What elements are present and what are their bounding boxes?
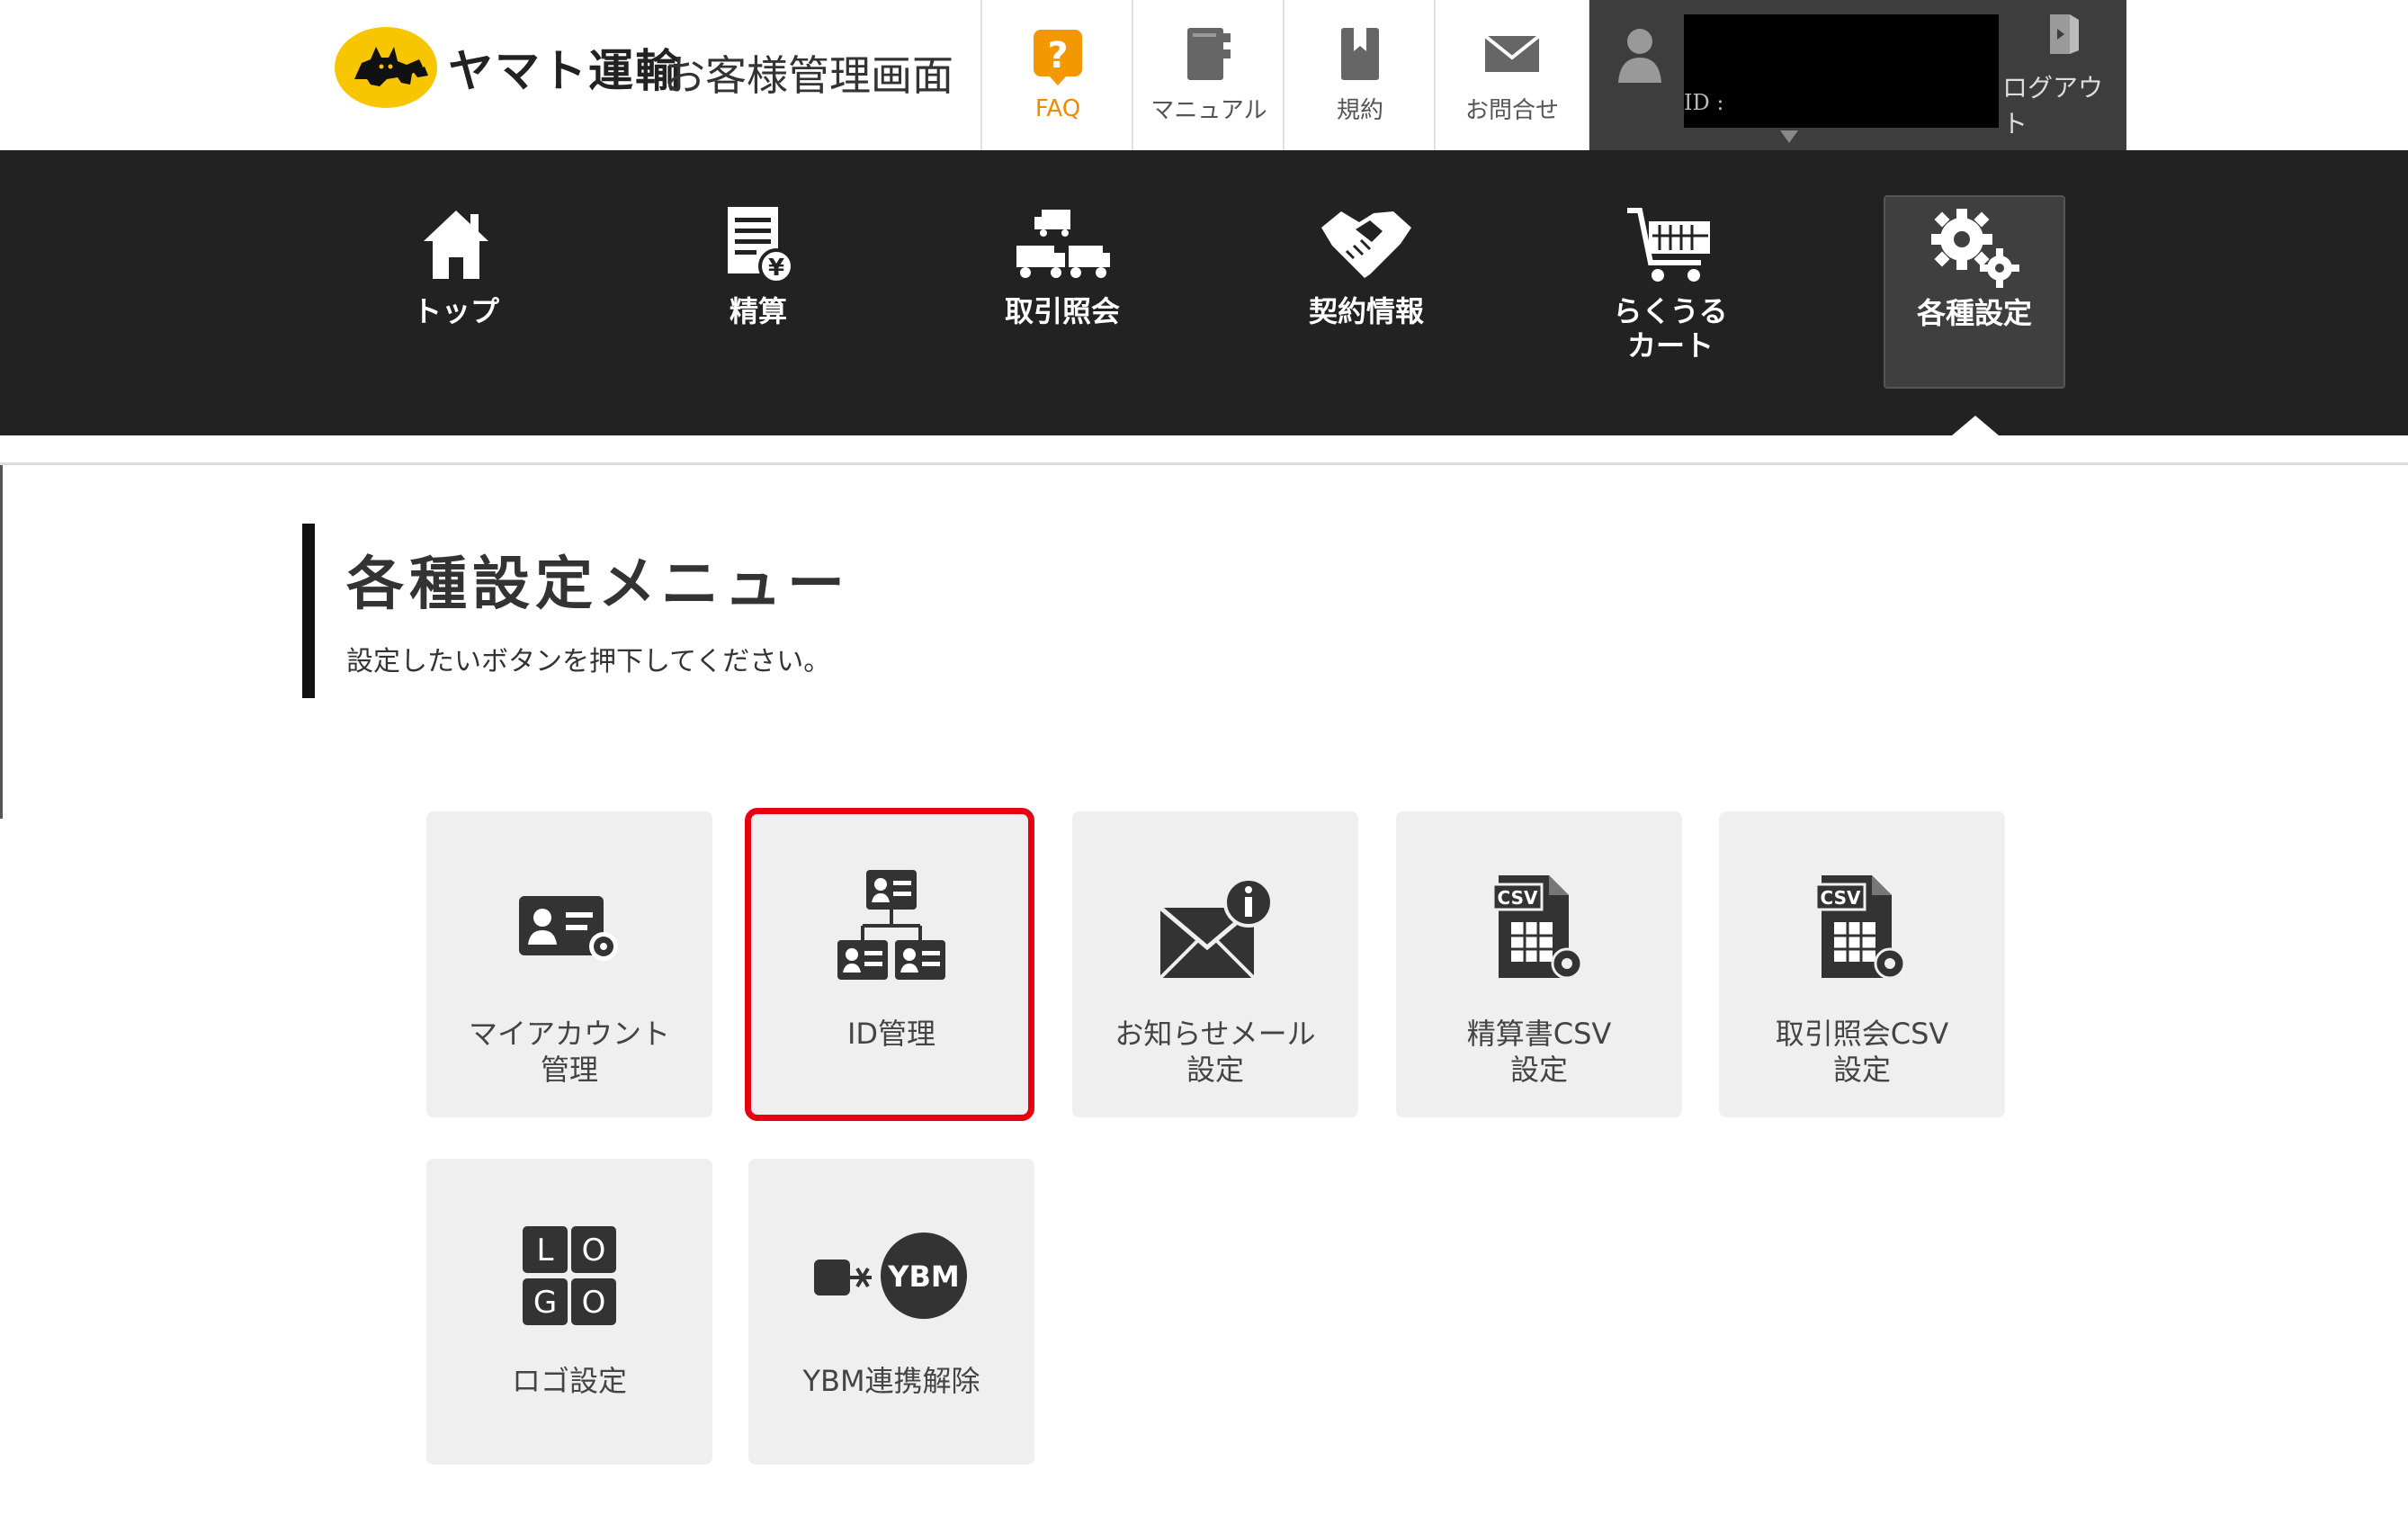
highlight-frame [745, 808, 1034, 1121]
svg-text:?: ? [1047, 35, 1068, 76]
chevron-down-icon[interactable] [1780, 130, 1798, 143]
nav-label-cart: らくうる カート [1613, 294, 1728, 363]
terms-label: 規約 [1336, 97, 1383, 124]
contact-label: お問合せ [1464, 97, 1559, 124]
manual-link[interactable]: マニュアル [1132, 0, 1285, 150]
user-id-label: ID : [1684, 90, 1724, 115]
nav-divider [0, 435, 2408, 465]
bookmark-book-icon [1338, 25, 1383, 83]
user-icon [1616, 25, 1663, 90]
ybm-unlink-label: YBM連携解除 [802, 1364, 980, 1398]
logo-settings-label: ロゴ設定 [511, 1364, 627, 1398]
nav-item-top[interactable]: トップ [366, 195, 546, 389]
book-icon [1184, 25, 1234, 83]
nav-label-torihiki: 取引照会 [1004, 294, 1120, 328]
nav-item-keiyaku[interactable]: 契約情報 [1276, 195, 1456, 389]
logo-letter-g: G [533, 1285, 557, 1321]
my-account-button[interactable]: マイアカウント 管理 [426, 811, 712, 1117]
terms-link[interactable]: 規約 [1283, 0, 1436, 150]
title-accent-bar [302, 524, 315, 698]
nav-label-settings: 各種設定 [1916, 296, 2032, 330]
id-card-gear-icon [517, 861, 622, 996]
active-tab-pointer [1952, 416, 1999, 435]
mail-icon [1483, 25, 1541, 83]
my-account-label: マイアカウント 管理 [468, 1017, 670, 1087]
faq-link[interactable]: ? FAQ [980, 0, 1133, 150]
home-icon [420, 195, 492, 294]
logout-icon [2046, 11, 2082, 61]
handshake-icon [1320, 195, 1413, 294]
torihiki-csv-label: 取引照会CSV 設定 [1775, 1017, 1949, 1087]
logout-label: ログアウト [2002, 72, 2104, 139]
logout-button[interactable]: ログアウト [2002, 0, 2126, 150]
mail-info-icon [1157, 861, 1274, 996]
user-menu[interactable]: ID : ログアウト [1589, 0, 2126, 150]
svg-text:CSV: CSV [1498, 887, 1538, 909]
nav-item-cart[interactable]: らくうる カート [1580, 195, 1760, 389]
ybm-badge-text: YBM [887, 1260, 959, 1294]
cart-icon [1624, 195, 1717, 294]
ybm-unlink-button[interactable]: YBM YBM連携解除 [748, 1159, 1034, 1465]
faq-label: FAQ [1034, 94, 1081, 122]
notice-mail-settings-button[interactable]: お知らせメール 設定 [1072, 811, 1358, 1117]
nav-item-settings[interactable]: 各種設定 [1884, 195, 2065, 389]
svg-text:CSV: CSV [1821, 887, 1861, 909]
manual-label: マニュアル [1150, 97, 1267, 124]
nav-item-torihiki[interactable]: 取引照会 [972, 195, 1152, 389]
contact-link[interactable]: お問合せ [1434, 0, 1590, 150]
page-title: 各種設定メニュー [346, 551, 850, 618]
trucks-icon [1013, 195, 1112, 294]
notice-mail-label: お知らせメール 設定 [1114, 1017, 1316, 1087]
seisan-csv-label: 精算書CSV 設定 [1466, 1017, 1612, 1087]
logo-settings-button[interactable]: L O G O ロゴ設定 [426, 1159, 712, 1465]
nav-label-top: トップ [412, 294, 499, 328]
question-icon: ? [1032, 29, 1084, 86]
logo-blocks-icon: L O G O [521, 1208, 618, 1343]
ybm-unlink-icon: YBM [812, 1208, 971, 1343]
nav-label-keiyaku: 契約情報 [1308, 294, 1424, 328]
site-title: お客様管理画面 [664, 51, 953, 100]
csv-file-gear-icon: CSV [1490, 861, 1589, 996]
seisan-csv-settings-button[interactable]: CSV 精算書CSV 設定 [1396, 811, 1682, 1117]
user-name-redacted [1684, 14, 1999, 128]
gears-icon [1926, 197, 2023, 296]
logo-letter-o1: O [582, 1233, 606, 1269]
csv-file-gear-icon: CSV [1813, 861, 1911, 996]
black-cat-logo-icon [335, 27, 437, 108]
logo-letter-l: L [537, 1233, 554, 1269]
yamato-logo[interactable]: ヤマト運輸 [335, 27, 682, 108]
header: ヤマト運輸 お客様管理画面 ? FAQ マニュアル 規約 お問合せ ID: ロ… [0, 0, 2408, 150]
nav-label-seisan: 精算 [729, 294, 787, 328]
page-subtitle: 設定したいボタンを押下してください。 [346, 646, 831, 677]
svg-text:¥: ¥ [768, 255, 784, 282]
torihiki-csv-settings-button[interactable]: CSV 取引照会CSV 設定 [1719, 811, 2005, 1117]
logo-letter-o2: O [582, 1285, 606, 1321]
nav-item-seisan[interactable]: ¥ 精算 [668, 195, 848, 389]
invoice-yen-icon: ¥ [722, 195, 794, 294]
logo-wordmark: ヤマト運輸 [448, 45, 682, 97]
main-nav: トップ ¥ 精算 取引照会 契約情報 らくうる カート 各種設定 [0, 150, 2408, 435]
